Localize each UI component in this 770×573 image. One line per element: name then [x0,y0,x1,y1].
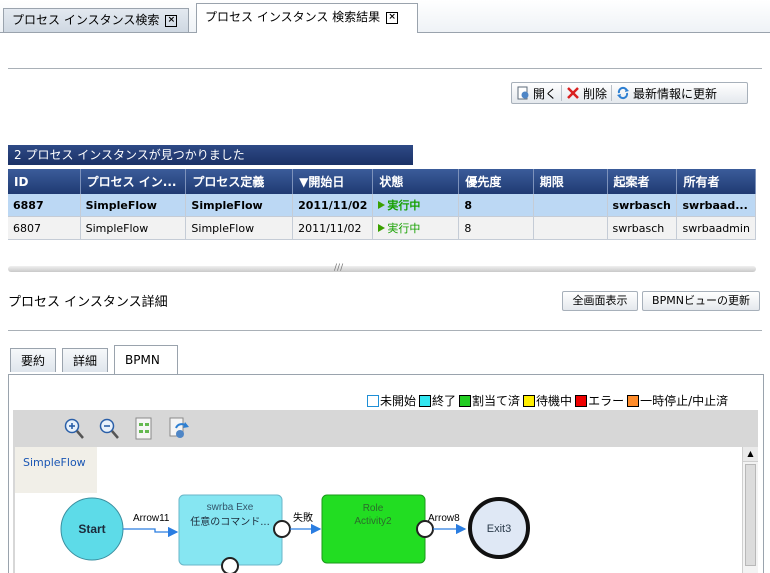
tab-label: プロセス インスタンス 検索結果 [205,10,381,24]
scroll-up-arrow[interactable]: ▲ [743,447,758,462]
cell-status: 実行中 [372,194,460,217]
bpmn-refresh-button[interactable]: BPMNビューの更新 [642,291,760,311]
start-event-label: Start [78,522,105,536]
col-header-id[interactable]: ID [8,169,81,194]
action-toolbar: 開く 削除 最新情報に更新 [511,82,748,104]
boundary-event[interactable] [273,520,291,538]
cell-definition: SimpleFlow [185,194,294,217]
col-header-due[interactable]: 期限 [533,169,608,194]
divider [8,68,762,69]
vertical-scrollbar[interactable]: ▲ [742,447,758,573]
zoom-out-icon[interactable] [98,417,120,444]
status-text: 実行中 [387,199,421,212]
arrow11-label: Arrow11 [133,513,170,524]
tab-summary[interactable]: 要約 [10,348,57,372]
cell-start-date: 2011/11/02 [292,194,374,217]
fit-page-icon[interactable] [134,417,154,444]
splitter-handle[interactable] [8,266,756,272]
sequence-flow-arrow11[interactable] [123,526,179,538]
play-icon [378,224,386,232]
task-role-title: Role [363,503,384,514]
col-header-owner[interactable]: 所有者 [676,169,756,194]
open-button[interactable]: 開く [512,83,561,103]
tab-bpmn[interactable]: BPMN [114,345,178,374]
delete-label: 削除 [583,86,608,101]
cell-priority: 8 [458,216,534,240]
cell-initiator: swrbasch [607,216,678,240]
cell-owner: swrbaad... [676,194,756,217]
divider [8,330,762,331]
refresh-icon [616,86,630,100]
export-icon[interactable] [168,417,190,444]
fullscreen-button[interactable]: 全画面表示 [562,291,638,311]
legend-label: 終了 [432,394,457,408]
refresh-label: 最新情報に更新 [633,86,718,101]
end-event-label: Exit3 [487,523,511,535]
bpmn-diagram: Start Arrow11 swrba Exe 任意のコマンド... 失敗 Ro… [60,494,530,573]
status-legend: 未開始 終了 割当て済 待機中 エラー 一時停止/中止済 [367,392,728,409]
col-header-instance[interactable]: プロセス イン... [80,169,187,194]
legend-swatch [459,394,472,407]
cell-instance: SimpleFlow [80,216,187,240]
detail-section-title: プロセス インスタンス詳細 [8,295,168,310]
boundary-event[interactable] [221,557,239,573]
status-text: 実行中 [387,222,421,235]
legend-swatch [523,394,536,407]
col-header-initiator[interactable]: 起案者 [607,169,678,194]
col-header-start-date[interactable]: ▼開始日 [292,169,374,194]
delete-button[interactable]: 削除 [562,83,611,103]
splitter-grip: /// [334,263,344,273]
results-caption: 2 プロセス インスタンスが見つかりました [8,145,413,165]
legend-label: 未開始 [380,394,417,408]
fail-label: 失敗 [293,511,313,524]
cell-initiator: swrbasch [607,194,678,217]
legend-swatch [627,394,640,407]
col-header-priority[interactable]: 優先度 [458,169,534,194]
cell-id: 6807 [8,216,81,240]
task-exe-title: swrba Exe [207,502,254,513]
cell-owner: swrbaadmin [676,216,756,240]
legend-label: 割当て済 [472,394,521,408]
tab-details[interactable]: 詳細 [62,348,109,372]
task-exe-description: 任意のコマンド... [190,515,270,528]
legend-swatch [419,394,432,407]
cell-definition: SimpleFlow [185,216,294,240]
play-icon [378,201,386,209]
col-header-definition[interactable]: プロセス定義 [185,169,294,194]
table-header-row: ID プロセス イン... プロセス定義 ▼開始日 状態 優先度 期限 起案者 … [8,169,756,194]
table-row[interactable]: 6807 SimpleFlow SimpleFlow 2011/11/02 実行… [8,216,756,240]
cell-id: 6887 [8,194,81,217]
tab-label: プロセス インスタンス検索 [12,13,160,27]
scroll-thumb[interactable] [745,464,756,566]
results-table: ID プロセス イン... プロセス定義 ▼開始日 状態 優先度 期限 起案者 … [8,169,756,240]
table-row[interactable]: 6887 SimpleFlow SimpleFlow 2011/11/02 実行… [8,194,756,217]
legend-swatch [367,394,379,407]
cell-due [533,216,608,240]
cell-start-date: 2011/11/02 [292,216,374,240]
task-role-name: Activity2 [354,516,392,527]
zoom-in-icon[interactable] [63,417,85,444]
tab-process-instance-search-results[interactable]: プロセス インスタンス 検索結果 × [196,3,418,33]
arrow8-label: Arrow8 [428,513,460,524]
legend-swatch [575,394,588,407]
cell-priority: 8 [458,194,534,217]
open-icon [516,86,530,100]
refresh-button[interactable]: 最新情報に更新 [612,83,721,103]
legend-label: 一時停止/中止済 [640,394,729,408]
open-label: 開く [533,86,558,101]
tab-process-instance-search[interactable]: プロセス インスタンス検索 × [3,8,189,32]
cell-due [533,194,608,217]
close-icon[interactable]: × [165,14,178,27]
legend-label: エラー [588,394,625,408]
cell-instance: SimpleFlow [80,194,187,217]
delete-icon [566,86,580,100]
cell-status: 実行中 [372,216,460,240]
close-icon[interactable]: × [386,11,399,24]
col-header-status[interactable]: 状態 [372,169,460,194]
legend-label: 待機中 [536,394,573,408]
